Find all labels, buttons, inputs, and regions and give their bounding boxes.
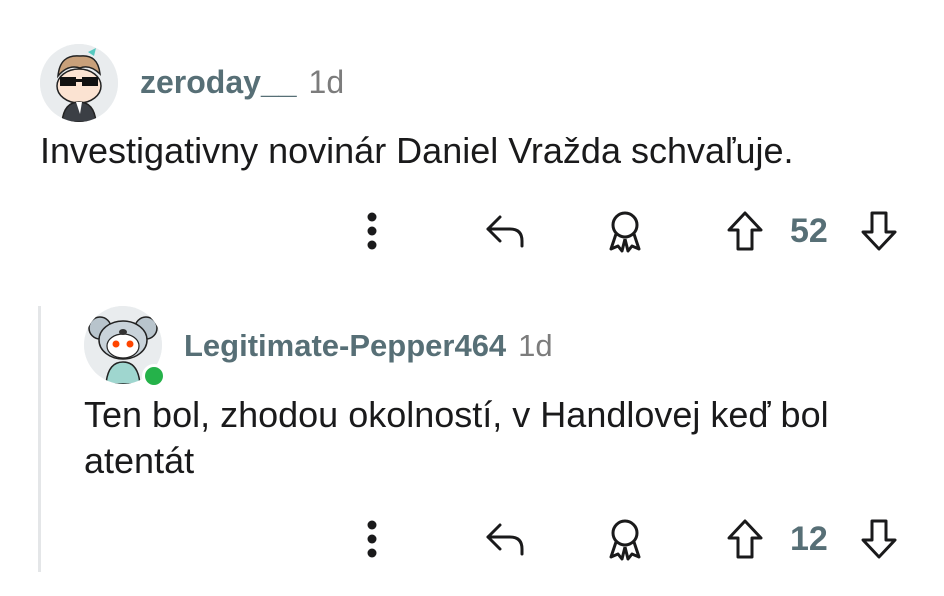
reply-icon (486, 215, 524, 248)
upvote-button[interactable] (722, 206, 768, 256)
comment-text-line: atentát (84, 440, 195, 481)
online-status-indicator (142, 364, 166, 388)
award-icon (609, 211, 641, 253)
downvote-icon (861, 519, 897, 559)
reply-button[interactable] (480, 516, 530, 562)
comment-meta: Legitimate-Pepper464 1d (184, 328, 553, 364)
comment-meta: zeroday__ 1d (140, 64, 344, 101)
downvote-button[interactable] (856, 206, 902, 256)
downvote-icon (861, 211, 897, 251)
comment-text: Investigativny novinár Daniel Vražda sch… (40, 130, 794, 171)
more-icon (367, 520, 377, 558)
avatar-snoo-sunglasses-icon (40, 44, 118, 122)
vote-score: 52 (790, 212, 828, 250)
thread-line[interactable] (38, 306, 41, 572)
upvote-icon (727, 211, 763, 251)
comment-text-line: Ten bol, zhodou okolností, v Handlovej k… (84, 394, 829, 435)
comment-text: Ten bol, zhodou okolností, v Handlovej k… (84, 392, 829, 484)
award-icon (609, 519, 641, 561)
more-icon (367, 212, 377, 250)
reply-icon (486, 523, 524, 556)
vote-score: 12 (790, 520, 828, 558)
reply-button[interactable] (480, 208, 530, 254)
award-button[interactable] (600, 206, 650, 256)
upvote-icon (727, 519, 763, 559)
downvote-button[interactable] (856, 514, 902, 564)
more-button[interactable] (352, 514, 392, 564)
upvote-button[interactable] (722, 514, 768, 564)
timestamp[interactable]: 1d (309, 64, 345, 101)
avatar[interactable] (40, 44, 118, 122)
award-button[interactable] (600, 514, 650, 564)
username[interactable]: zeroday__ (140, 64, 297, 101)
timestamp[interactable]: 1d (518, 328, 552, 364)
username[interactable]: Legitimate-Pepper464 (184, 328, 506, 364)
more-button[interactable] (352, 206, 392, 256)
